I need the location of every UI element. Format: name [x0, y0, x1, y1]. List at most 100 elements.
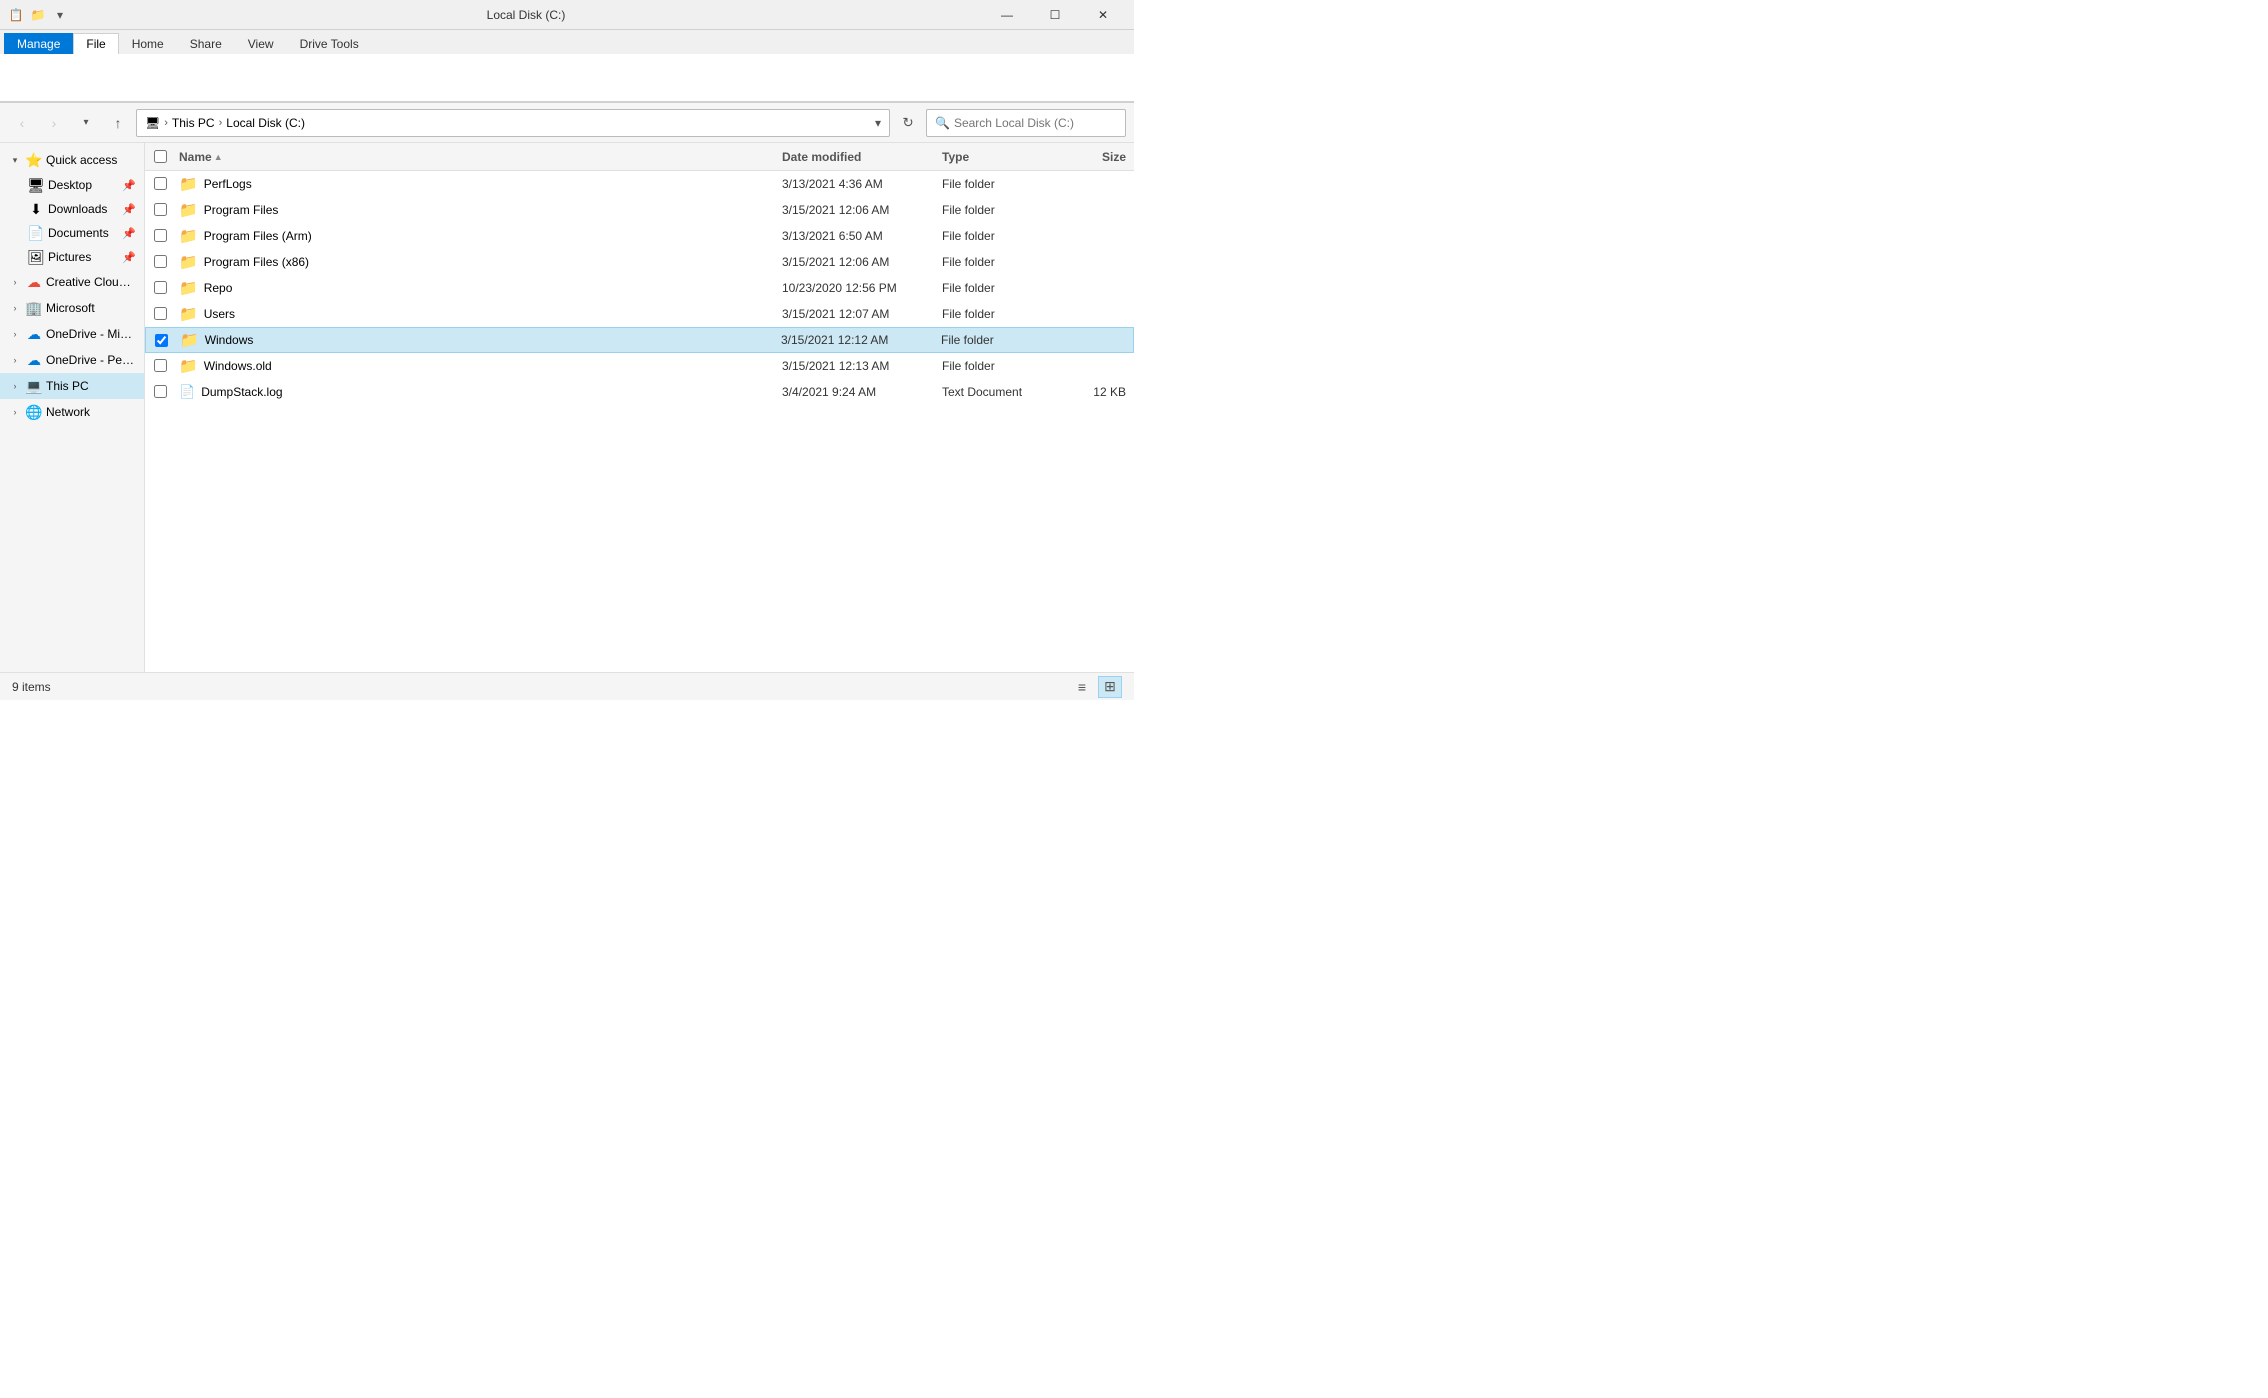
header-date-modified[interactable]: Date modified: [774, 150, 934, 164]
table-row[interactable]: 📁 PerfLogs 3/13/2021 4:36 AM File folder: [145, 171, 1134, 197]
file-list: 📁 PerfLogs 3/13/2021 4:36 AM File folder…: [145, 171, 1134, 672]
back-button[interactable]: ‹: [8, 109, 36, 137]
sidebar-item-desktop[interactable]: 🖥 Desktop 📌: [0, 173, 144, 197]
sidebar-item-onedrive-microsoft[interactable]: › ☁ OneDrive - Microsoft: [0, 321, 144, 347]
row-check[interactable]: [145, 281, 175, 294]
file-column-header: Name ▲ Date modified Type Size: [145, 143, 1134, 171]
documents-icon: 📄: [28, 225, 44, 241]
header-name[interactable]: Name ▲: [175, 150, 774, 164]
table-row[interactable]: 📁 Program Files 3/15/2021 12:06 AM File …: [145, 197, 1134, 223]
table-row[interactable]: 📁 Program Files (x86) 3/15/2021 12:06 AM…: [145, 249, 1134, 275]
row-checkbox[interactable]: [154, 307, 167, 320]
sidebar-label-network: Network: [46, 405, 90, 419]
row-type: File folder: [934, 177, 1054, 191]
table-row[interactable]: 📄 DumpStack.log 3/4/2021 9:24 AM Text Do…: [145, 379, 1134, 405]
sidebar-item-downloads[interactable]: ⬇ Downloads 📌: [0, 197, 144, 221]
main-layout: ▾ ⭐ Quick access 🖥 Desktop 📌 ⬇ Downloads…: [0, 143, 1134, 672]
row-type: File folder: [934, 281, 1054, 295]
sidebar-item-this-pc[interactable]: › 💻 This PC: [0, 373, 144, 399]
row-date-modified: 3/13/2021 6:50 AM: [774, 229, 934, 243]
row-date-modified: 3/13/2021 4:36 AM: [774, 177, 934, 191]
sidebar-item-pictures[interactable]: 🖼 Pictures 📌: [0, 245, 144, 269]
file-name: Repo: [204, 281, 233, 295]
row-checkbox[interactable]: [154, 229, 167, 242]
folder-icon: 📁: [179, 201, 198, 219]
sidebar-item-network[interactable]: › 🌐 Network: [0, 399, 144, 425]
tab-share[interactable]: Share: [177, 33, 235, 54]
table-row[interactable]: 📁 Users 3/15/2021 12:07 AM File folder: [145, 301, 1134, 327]
folder-icon: 📁: [179, 279, 198, 297]
table-row[interactable]: 📁 Repo 10/23/2020 12:56 PM File folder: [145, 275, 1134, 301]
creative-cloud-icon: ☁: [26, 274, 42, 290]
tab-home[interactable]: Home: [119, 33, 177, 54]
row-check[interactable]: [145, 177, 175, 190]
header-type[interactable]: Type: [934, 150, 1054, 164]
tab-view[interactable]: View: [235, 33, 287, 54]
address-box[interactable]: 🖥 › This PC › Local Disk (C:) ▾: [136, 109, 890, 137]
sidebar-item-microsoft[interactable]: › 🏢 Microsoft: [0, 295, 144, 321]
row-checkbox[interactable]: [154, 255, 167, 268]
table-row[interactable]: 📁 Program Files (Arm) 3/13/2021 6:50 AM …: [145, 223, 1134, 249]
window-controls: — ☐ ✕: [984, 0, 1126, 30]
header-check[interactable]: [145, 150, 175, 163]
sidebar-item-onedrive-personal[interactable]: › ☁ OneDrive - Personal: [0, 347, 144, 373]
row-checkbox[interactable]: [154, 203, 167, 216]
file-icon: 📄: [179, 384, 195, 400]
large-icons-view-button[interactable]: ⊞: [1098, 676, 1122, 698]
file-area: Name ▲ Date modified Type Size 📁 PerfLog…: [145, 143, 1134, 672]
status-bar: 9 items ≡ ⊞: [0, 672, 1134, 700]
ribbon: Manage File Home Share View Drive Tools: [0, 30, 1134, 103]
refresh-button[interactable]: ↻: [894, 109, 922, 137]
pictures-icon: 🖼: [28, 249, 44, 265]
sidebar-label-onedrive-personal: OneDrive - Personal: [46, 353, 136, 367]
microsoft-icon: 🏢: [26, 300, 42, 316]
sidebar-item-quick-access[interactable]: ▾ ⭐ Quick access: [0, 147, 144, 173]
row-check[interactable]: [145, 359, 175, 372]
file-name: PerfLogs: [204, 177, 252, 191]
row-checkbox[interactable]: [154, 281, 167, 294]
breadcrumb-dropdown[interactable]: ▾: [875, 116, 881, 130]
row-name: 📁 Repo: [175, 279, 774, 297]
row-date-modified: 3/15/2021 12:06 AM: [774, 255, 934, 269]
maximize-button[interactable]: ☐: [1032, 0, 1078, 30]
tab-drive-tools[interactable]: Drive Tools: [287, 33, 372, 54]
row-checkbox[interactable]: [155, 334, 168, 347]
sidebar-item-creative-cloud[interactable]: › ☁ Creative Cloud Files: [0, 269, 144, 295]
network-icon: 🌐: [26, 404, 42, 420]
row-check[interactable]: [145, 255, 175, 268]
table-row[interactable]: 📁 Windows 3/15/2021 12:12 AM File folder: [145, 327, 1134, 353]
header-size[interactable]: Size: [1054, 150, 1134, 164]
view-controls: ≡ ⊞: [1070, 676, 1122, 698]
onedrive-microsoft-icon: ☁: [26, 326, 42, 342]
table-row[interactable]: 📁 Windows.old 3/15/2021 12:13 AM File fo…: [145, 353, 1134, 379]
up-button[interactable]: ↑: [104, 109, 132, 137]
forward-button[interactable]: ›: [40, 109, 68, 137]
close-button[interactable]: ✕: [1080, 0, 1126, 30]
select-all-checkbox[interactable]: [154, 150, 167, 163]
row-check[interactable]: [145, 307, 175, 320]
pin-icon-3: 📌: [122, 227, 136, 240]
details-view-button[interactable]: ≡: [1070, 676, 1094, 698]
row-check[interactable]: [145, 229, 175, 242]
row-check[interactable]: [145, 385, 175, 398]
sidebar-item-documents[interactable]: 📄 Documents 📌: [0, 221, 144, 245]
row-name: 📁 Users: [175, 305, 774, 323]
downloads-icon: ⬇: [28, 201, 44, 217]
breadcrumb-local-disk[interactable]: Local Disk (C:): [226, 116, 305, 130]
tab-manage[interactable]: Manage: [4, 33, 73, 54]
search-input[interactable]: [954, 116, 1117, 130]
folder-icon: 📁: [179, 305, 198, 323]
row-check[interactable]: [146, 334, 176, 347]
row-name: 📁 Program Files (x86): [175, 253, 774, 271]
tab-file[interactable]: File: [73, 33, 118, 54]
row-checkbox[interactable]: [154, 385, 167, 398]
search-box[interactable]: 🔍: [926, 109, 1126, 137]
row-check[interactable]: [145, 203, 175, 216]
minimize-button[interactable]: —: [984, 0, 1030, 30]
row-checkbox[interactable]: [154, 359, 167, 372]
row-type: File folder: [934, 359, 1054, 373]
computer-icon: 🖥: [145, 116, 160, 130]
row-checkbox[interactable]: [154, 177, 167, 190]
breadcrumb-this-pc[interactable]: This PC: [172, 116, 215, 130]
dropdown-history-button[interactable]: ▾: [72, 109, 100, 137]
